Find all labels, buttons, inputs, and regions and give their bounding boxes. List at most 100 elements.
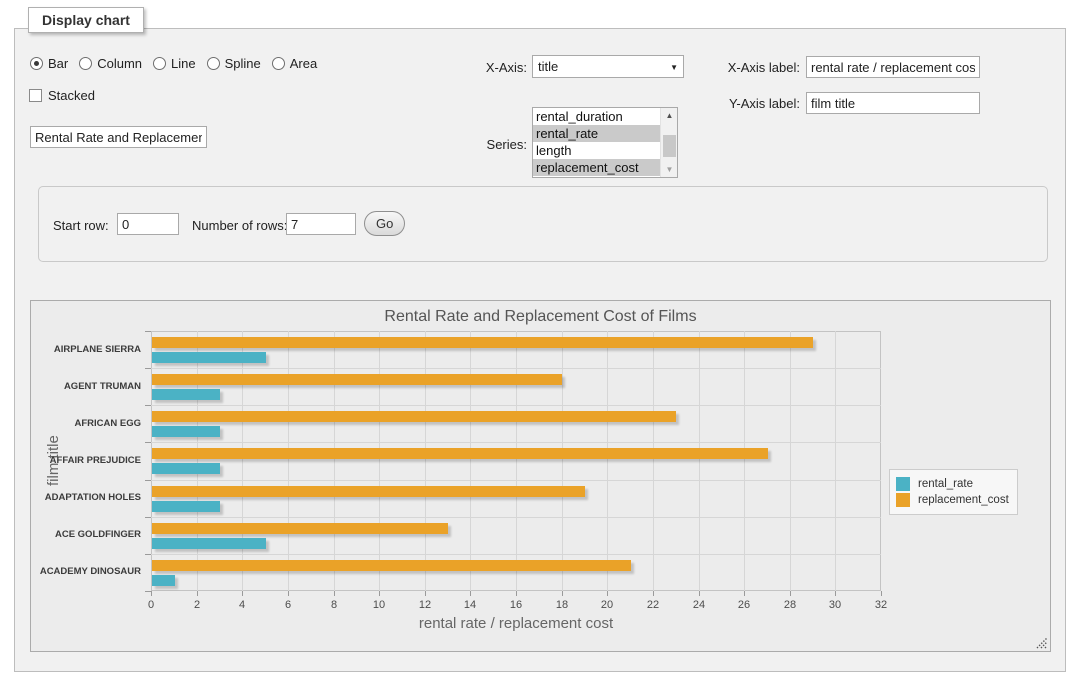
- y-axis-tick: [145, 517, 151, 518]
- category-label: ACADEMY DINOSAUR: [31, 566, 141, 577]
- radio-label-column: Column: [97, 56, 142, 71]
- x-axis-selected-value: title: [538, 59, 558, 74]
- radio-option-bar[interactable]: Bar: [30, 56, 68, 71]
- x-axis-tick: [699, 591, 700, 596]
- page: Display chart Bar Column Line Spline Area St…: [0, 0, 1081, 681]
- radio-option-line[interactable]: Line: [153, 56, 196, 71]
- radio-icon-bar[interactable]: [30, 57, 43, 70]
- series-option-rental_duration[interactable]: rental_duration: [533, 108, 660, 125]
- rows-panel: [38, 186, 1048, 262]
- bar-rental_rate: [152, 501, 220, 512]
- bar-replacement_cost: [152, 523, 448, 534]
- x-axis-tick: [379, 591, 380, 596]
- x-tick-label: 20: [587, 599, 627, 611]
- x-axis-tick: [516, 591, 517, 596]
- bar-replacement_cost: [152, 411, 676, 422]
- radio-icon-line[interactable]: [153, 57, 166, 70]
- scrollbar-up-icon[interactable]: ▲: [661, 108, 678, 123]
- grid-line-v: [653, 331, 654, 591]
- grid-line-v: [790, 331, 791, 591]
- x-tick-label: 6: [268, 599, 308, 611]
- x-axis-tick: [744, 591, 745, 596]
- bar-rental_rate: [152, 352, 266, 363]
- grid-line-v: [197, 331, 198, 591]
- x-axis-tick: [790, 591, 791, 596]
- x-axis-tick: [653, 591, 654, 596]
- stacked-checkbox[interactable]: [29, 89, 42, 102]
- x-tick-label: 0: [131, 599, 171, 611]
- radio-icon-area[interactable]: [272, 57, 285, 70]
- grid-line-v: [379, 331, 380, 591]
- grid-line-v: [242, 331, 243, 591]
- grid-line-v: [334, 331, 335, 591]
- legend-swatch-replacement_cost: [896, 493, 910, 507]
- series-option-replacement_cost[interactable]: replacement_cost: [533, 159, 660, 176]
- radio-icon-column[interactable]: [79, 57, 92, 70]
- series-option-length[interactable]: length: [533, 142, 660, 159]
- category-label: ACE GOLDFINGER: [31, 529, 141, 540]
- scrollbar-down-icon[interactable]: ▼: [661, 162, 678, 177]
- radio-label-line: Line: [171, 56, 196, 71]
- legend-label: rental_rate: [918, 478, 973, 490]
- series-option-rental_rate[interactable]: rental_rate: [533, 125, 660, 142]
- x-axis-select[interactable]: title ▼: [532, 55, 684, 78]
- x-axis-label-label: X-Axis label:: [704, 60, 800, 75]
- grid-line-v: [562, 331, 563, 591]
- series-list-label: Series:: [438, 137, 527, 152]
- radio-option-area[interactable]: Area: [272, 56, 317, 71]
- chart-legend: rental_rate replacement_cost: [889, 469, 1018, 515]
- radio-icon-spline[interactable]: [207, 57, 220, 70]
- y-axis-tick: [145, 405, 151, 406]
- bar-replacement_cost: [152, 448, 768, 459]
- bar-replacement_cost: [152, 374, 562, 385]
- x-tick-label: 14: [450, 599, 490, 611]
- grid-line-h: [151, 554, 881, 555]
- grid-line-h: [151, 368, 881, 369]
- x-tick-label: 22: [633, 599, 673, 611]
- y-axis-label-input[interactable]: [806, 92, 980, 114]
- number-of-rows-input[interactable]: [286, 213, 356, 235]
- stacked-option[interactable]: Stacked: [29, 88, 95, 103]
- category-label: AFFAIR PREJUDICE: [31, 455, 141, 466]
- x-tick-label: 16: [496, 599, 536, 611]
- chevron-down-icon: ▼: [670, 63, 678, 72]
- category-label: ADAPTATION HOLES: [31, 492, 141, 503]
- chart-title-input[interactable]: [30, 126, 207, 148]
- radio-option-spline[interactable]: Spline: [207, 56, 261, 71]
- y-axis-tick: [145, 331, 151, 332]
- fieldset-legend: Display chart: [28, 7, 144, 33]
- go-button[interactable]: Go: [364, 211, 405, 236]
- grid-line-v: [744, 331, 745, 591]
- x-tick-label: 10: [359, 599, 399, 611]
- bar-replacement_cost: [152, 560, 631, 571]
- radio-option-column[interactable]: Column: [79, 56, 142, 71]
- legend-item: rental_rate: [896, 477, 1009, 491]
- legend-swatch-rental_rate: [896, 477, 910, 491]
- grid-line-h: [151, 480, 881, 481]
- y-axis-label-label: Y-Axis label:: [704, 96, 800, 111]
- start-row-input[interactable]: [117, 213, 179, 235]
- legend-item: replacement_cost: [896, 493, 1009, 507]
- x-tick-label: 28: [770, 599, 810, 611]
- series-scrollbar[interactable]: ▲ ▼: [660, 108, 677, 177]
- x-axis-tick: [881, 591, 882, 596]
- x-tick-label: 2: [177, 599, 217, 611]
- grid-line-v: [516, 331, 517, 591]
- grid-line-h: [151, 517, 881, 518]
- bar-replacement_cost: [152, 337, 813, 348]
- bar-rental_rate: [152, 463, 220, 474]
- x-axis-select-label: X-Axis:: [438, 60, 527, 75]
- x-axis-tick: [288, 591, 289, 596]
- resize-grip-icon[interactable]: [1035, 636, 1048, 649]
- x-axis-tick: [151, 591, 152, 596]
- series-listbox[interactable]: rental_durationrental_ratelengthreplacem…: [532, 107, 678, 178]
- x-axis-tick: [607, 591, 608, 596]
- series-options: rental_durationrental_ratelengthreplacem…: [533, 108, 660, 177]
- chart: Rental Rate and Replacement Cost of Film…: [30, 300, 1051, 652]
- x-axis-label-input[interactable]: [806, 56, 980, 78]
- number-of-rows-label: Number of rows:: [192, 218, 287, 233]
- grid-line-v: [699, 331, 700, 591]
- category-label: AIRPLANE SIERRA: [31, 344, 141, 355]
- scrollbar-thumb[interactable]: [663, 135, 676, 157]
- bar-rental_rate: [152, 538, 266, 549]
